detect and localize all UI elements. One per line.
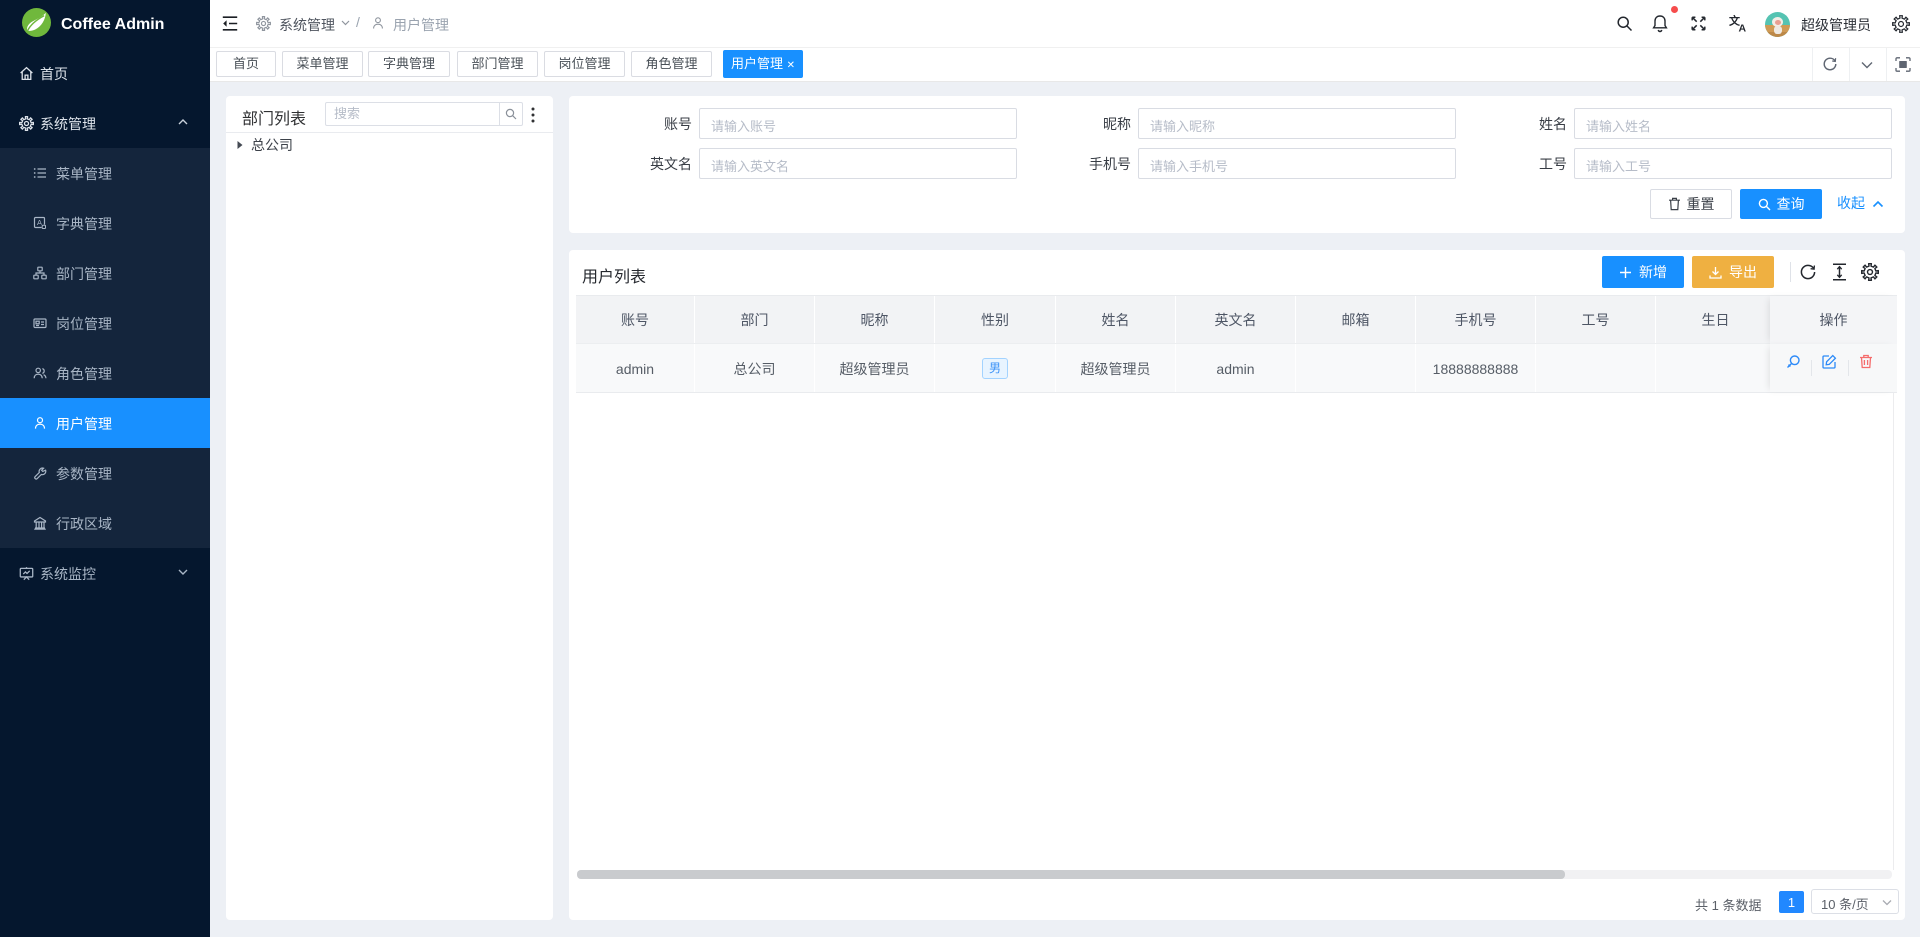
svg-text:A: A — [37, 218, 42, 227]
svg-text:A: A — [1739, 23, 1747, 34]
